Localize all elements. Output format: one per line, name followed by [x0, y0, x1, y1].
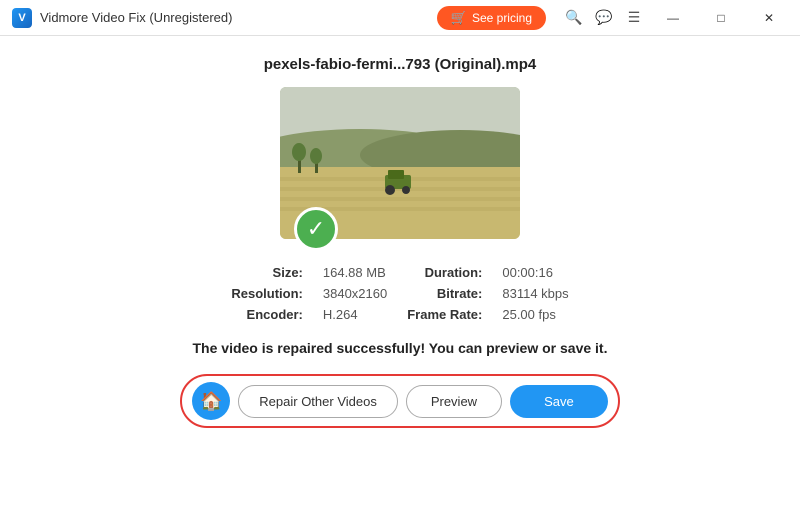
close-button[interactable]: ✕	[746, 3, 792, 33]
maximize-icon: □	[717, 11, 724, 25]
video-thumbnail-container: ✓	[280, 87, 520, 239]
app-icon: V	[12, 8, 32, 28]
title-bar-right: 🛒 See pricing 🔍 💬 ☰ — □ ✕	[437, 3, 792, 33]
cart-icon: 🛒	[451, 10, 467, 26]
duration-label: Duration:	[407, 265, 482, 280]
bitrate-value: 83114 kbps	[502, 286, 568, 301]
success-check-badge: ✓	[294, 207, 338, 251]
frame-rate-label: Frame Rate:	[407, 307, 482, 322]
encoder-value: H.264	[323, 307, 387, 322]
bitrate-label: Bitrate:	[407, 286, 482, 301]
video-info-grid: Size: 164.88 MB Duration: 00:00:16 Resol…	[231, 265, 568, 322]
search-icon-button[interactable]: 🔍	[560, 4, 588, 32]
close-icon: ✕	[764, 11, 774, 25]
home-button[interactable]: 🏠	[192, 382, 230, 420]
encoder-label: Encoder:	[231, 307, 303, 322]
home-icon: 🏠	[200, 391, 222, 412]
resolution-label: Resolution:	[231, 286, 303, 301]
duration-value: 00:00:16	[502, 265, 568, 280]
frame-rate-value: 25.00 fps	[502, 307, 568, 322]
app-title: Vidmore Video Fix (Unregistered)	[40, 10, 232, 25]
title-bar: V Vidmore Video Fix (Unregistered) 🛒 See…	[0, 0, 800, 36]
pricing-label: See pricing	[472, 11, 532, 25]
resolution-value: 3840x2160	[323, 286, 387, 301]
video-filename: pexels-fabio-fermi...793 (Original).mp4	[264, 56, 537, 73]
title-controls: 🔍 💬 ☰ — □ ✕	[560, 3, 792, 33]
minimize-icon: —	[667, 11, 679, 25]
see-pricing-button[interactable]: 🛒 See pricing	[437, 6, 546, 30]
save-button[interactable]: Save	[510, 385, 608, 418]
menu-icon-button[interactable]: ☰	[620, 4, 648, 32]
maximize-button[interactable]: □	[698, 3, 744, 33]
size-value: 164.88 MB	[323, 265, 387, 280]
minimize-button[interactable]: —	[650, 3, 696, 33]
size-label: Size:	[231, 265, 303, 280]
success-message: The video is repaired successfully! You …	[193, 340, 608, 356]
preview-button[interactable]: Preview	[406, 385, 502, 418]
chat-icon-button[interactable]: 💬	[590, 4, 618, 32]
title-bar-left: V Vidmore Video Fix (Unregistered)	[12, 8, 232, 28]
main-content: pexels-fabio-fermi...793 (Original).mp4	[0, 36, 800, 516]
repair-other-button[interactable]: Repair Other Videos	[238, 385, 398, 418]
action-row: 🏠 Repair Other Videos Preview Save	[180, 374, 619, 428]
